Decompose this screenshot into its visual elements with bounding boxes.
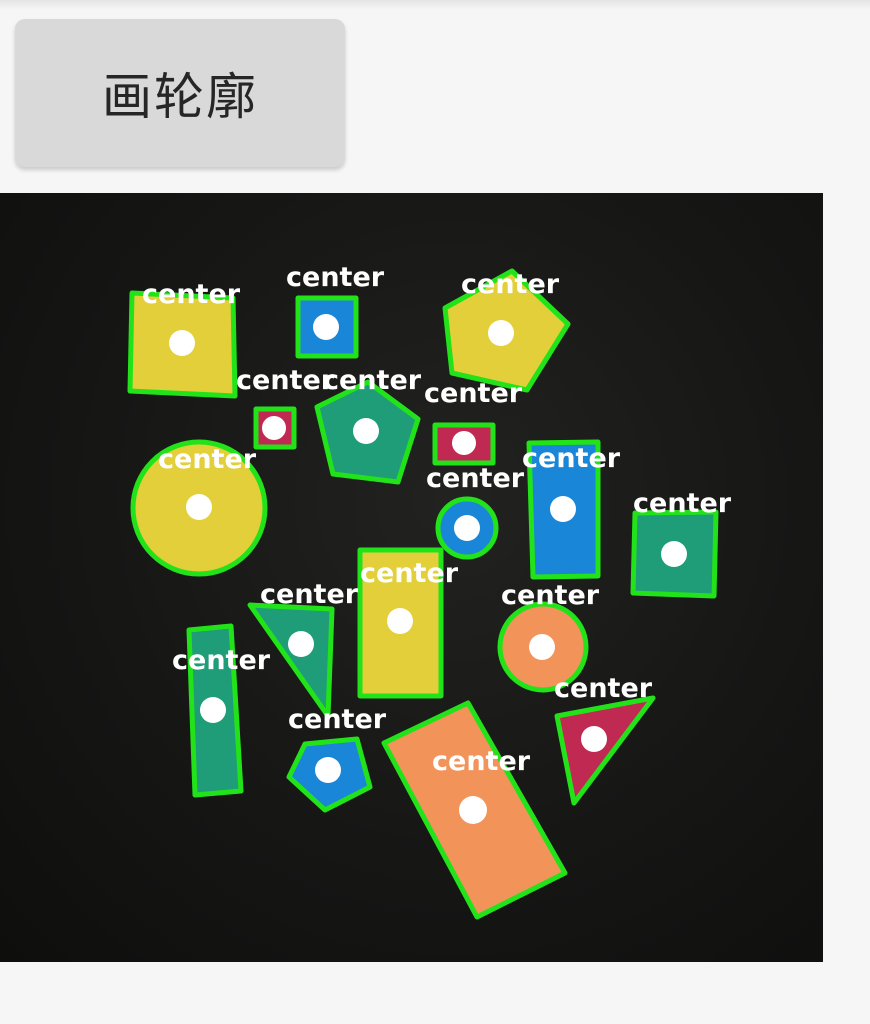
svg-text:center: center bbox=[554, 673, 653, 704]
svg-text:center: center bbox=[158, 444, 257, 475]
shape-teal-pentagon: center bbox=[314, 365, 422, 485]
svg-text:center: center bbox=[426, 463, 525, 494]
svg-text:center: center bbox=[360, 558, 459, 589]
svg-text:center: center bbox=[288, 704, 387, 735]
shape-yellow-square: center bbox=[127, 279, 241, 399]
contour-canvas: center center center center center cente… bbox=[127, 262, 732, 920]
svg-text:center: center bbox=[260, 579, 359, 610]
svg-text:center: center bbox=[323, 365, 422, 396]
contour-result-image: center center center center center cente… bbox=[0, 193, 823, 962]
shape-red-rectangle: center bbox=[424, 378, 523, 466]
svg-text:center: center bbox=[501, 580, 600, 611]
status-bar-strip bbox=[0, 0, 870, 10]
shape-blue-square: center bbox=[286, 262, 385, 359]
svg-text:center: center bbox=[432, 746, 531, 777]
svg-text:center: center bbox=[633, 488, 732, 519]
shape-blue-pentagon: center bbox=[286, 704, 387, 813]
svg-text:center: center bbox=[172, 645, 271, 676]
svg-text:center: center bbox=[142, 279, 241, 310]
svg-text:center: center bbox=[461, 269, 560, 300]
shape-blue-rectangle: center bbox=[522, 439, 621, 580]
draw-contours-button[interactable]: 画轮廓 bbox=[15, 19, 345, 167]
svg-text:center: center bbox=[236, 365, 335, 396]
shape-blue-circle: center bbox=[426, 463, 525, 560]
shape-orange-rectangle: center bbox=[381, 700, 568, 920]
shape-red-triangle: center bbox=[554, 673, 656, 806]
shape-yellow-circle: center bbox=[130, 439, 268, 577]
svg-text:center: center bbox=[522, 443, 621, 474]
svg-text:center: center bbox=[424, 378, 523, 409]
shape-yellow-pentagon: center bbox=[442, 268, 571, 393]
svg-text:center: center bbox=[286, 262, 385, 293]
shape-teal-square: center bbox=[630, 488, 732, 599]
shape-teal-bar: center bbox=[172, 623, 271, 798]
shape-yellow-rectangle: center bbox=[357, 547, 459, 699]
